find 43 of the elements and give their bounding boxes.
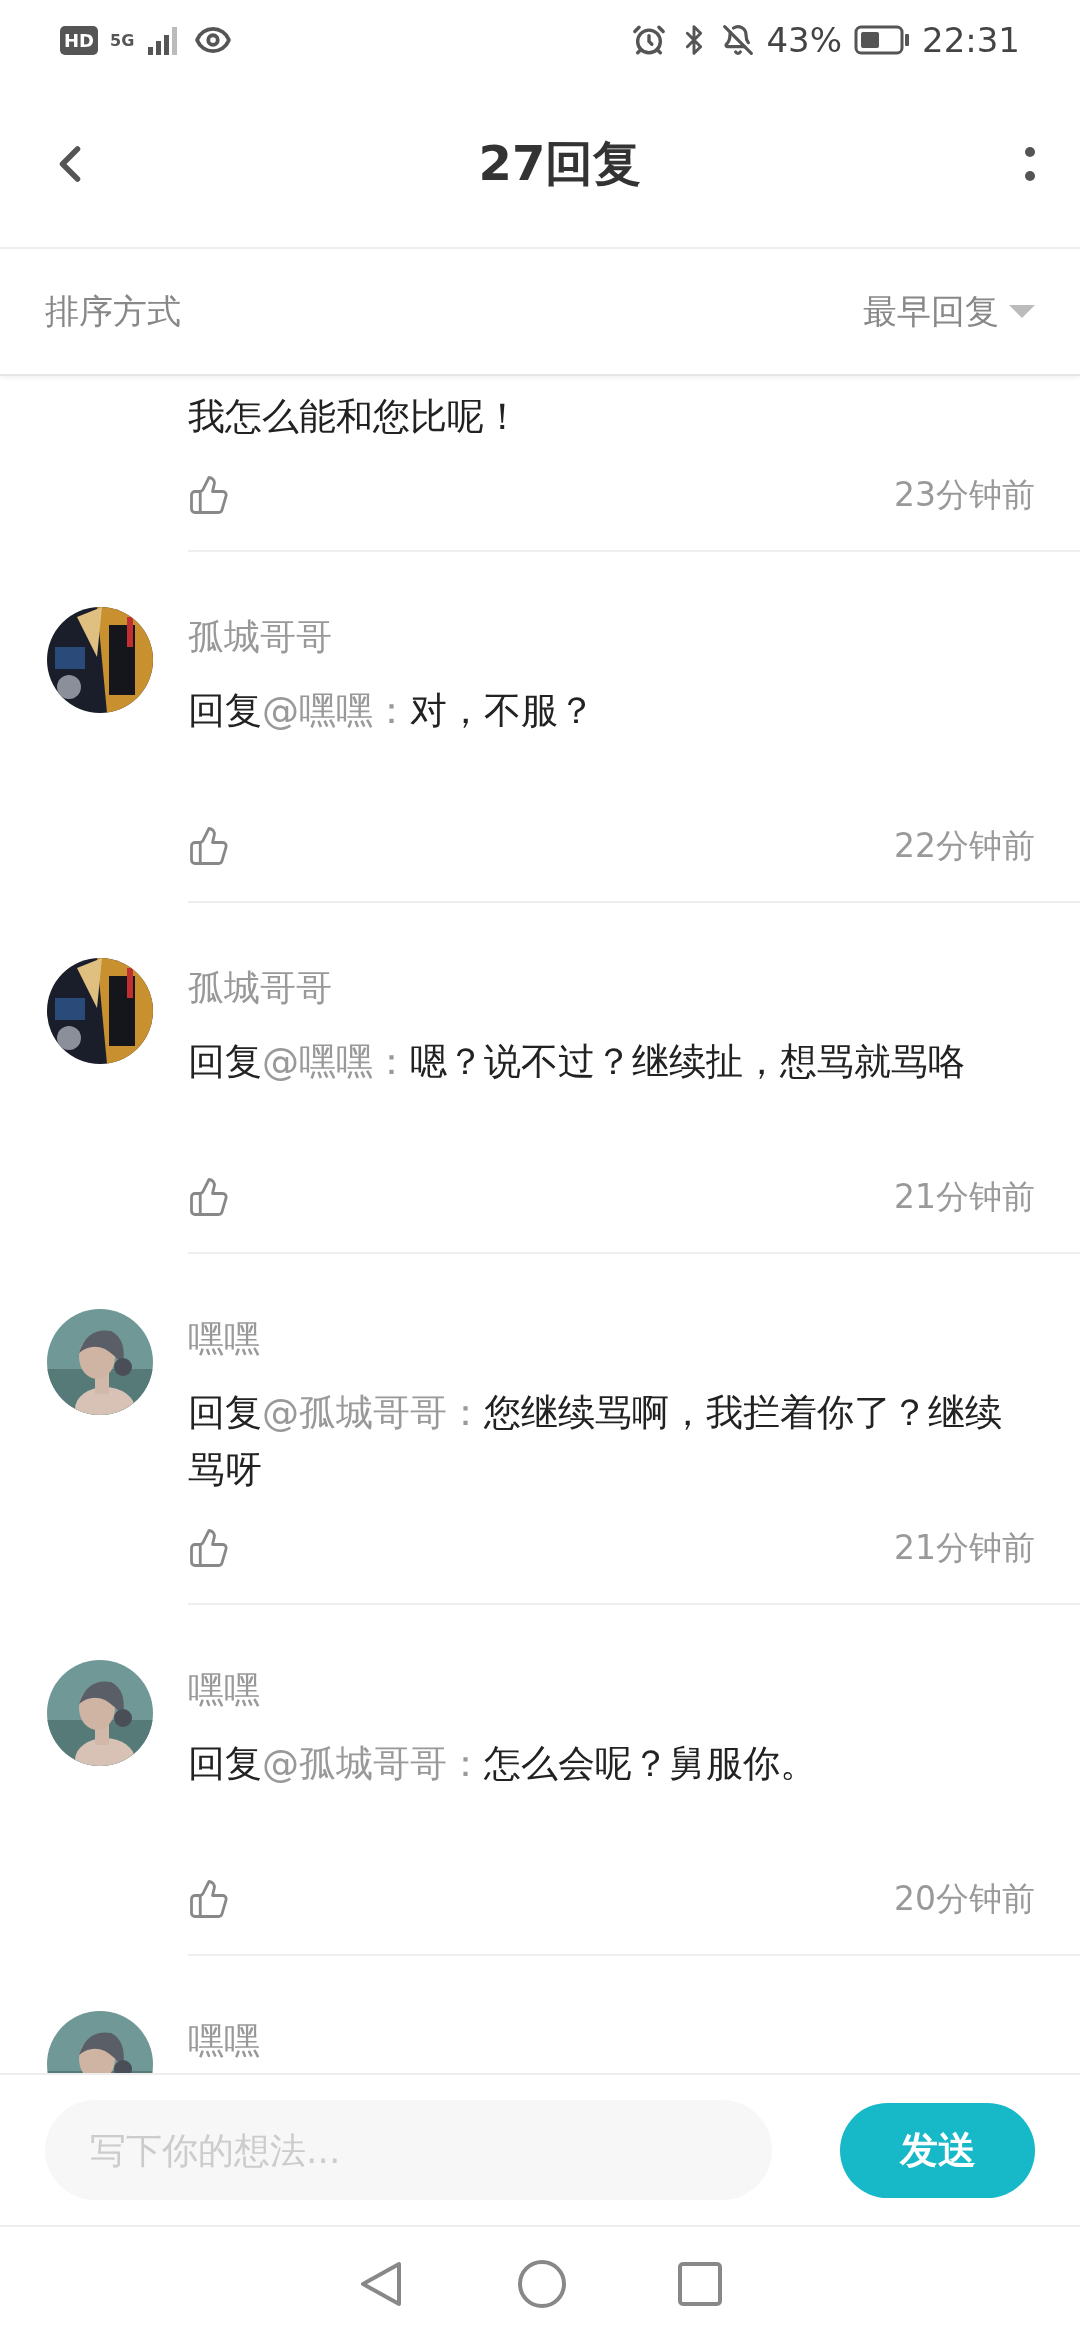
author-name: 嘿嘿 [188, 2019, 261, 2063]
reply-time: 23分钟前 [894, 473, 1035, 516]
clock-time: 22:31 [922, 20, 1020, 60]
mention-link[interactable]: @孤城哥哥： [262, 1742, 484, 1785]
page-title: 27回复 [478, 133, 642, 193]
bell-off-icon [722, 24, 755, 56]
like-button[interactable] [188, 474, 230, 516]
mention-link[interactable]: @嘿嘿： [262, 1040, 410, 1083]
reply-time: 21分钟前 [894, 1526, 1035, 1569]
thumbs-up-icon [188, 825, 230, 867]
hd-icon: HD [60, 25, 98, 55]
thumbs-up-icon [188, 1527, 230, 1569]
sort-dropdown[interactable]: 最早回复 [863, 288, 1035, 335]
mention-link[interactable]: @孤城哥哥： [262, 1391, 484, 1434]
home-nav-icon[interactable] [517, 2258, 567, 2309]
alarm-icon [632, 23, 667, 57]
like-button[interactable] [188, 1527, 230, 1569]
like-button[interactable] [188, 825, 230, 867]
reply-time: 22分钟前 [894, 824, 1035, 867]
recents-nav-icon[interactable] [677, 2260, 723, 2307]
battery-percent: 43% [766, 20, 842, 60]
like-button[interactable] [188, 1878, 230, 1920]
author-name: 嘿嘿 [188, 1317, 261, 1361]
author-name: 孤城哥哥 [188, 966, 333, 1010]
reply-text: 回复@孤城哥哥：怎么会呢？舅服你。 [188, 1741, 818, 1787]
reply-time: 21分钟前 [894, 1175, 1035, 1218]
reply-text: 我怎么能和您比呢！ [188, 394, 522, 440]
sort-label: 排序方式 [45, 289, 181, 333]
reply-text: 回复@孤城哥哥：您继续骂啊，我拦着你了？继续骂呀 [188, 1390, 1003, 1493]
reply-time: 20分钟前 [894, 1877, 1035, 1920]
battery-icon [854, 25, 910, 55]
mention-link[interactable]: @嘿嘿： [262, 689, 410, 732]
thumbs-up-icon [188, 474, 230, 516]
reply-text: 回复@嘿嘿：对，不服？ [188, 688, 596, 734]
send-button[interactable]: 发送 [840, 2102, 1035, 2198]
author-name: 孤城哥哥 [188, 615, 333, 659]
reply-text: 回复@嘿嘿：嗯？说不过？继续扯，想骂就骂咯 [188, 1039, 966, 1085]
thumbs-up-icon [188, 1176, 230, 1218]
author-name: 嘿嘿 [188, 1668, 261, 1712]
network-label: 5G [110, 30, 135, 50]
like-button[interactable] [188, 1176, 230, 1218]
thumbs-up-icon [188, 1878, 230, 1920]
caret-icon [1009, 304, 1035, 319]
